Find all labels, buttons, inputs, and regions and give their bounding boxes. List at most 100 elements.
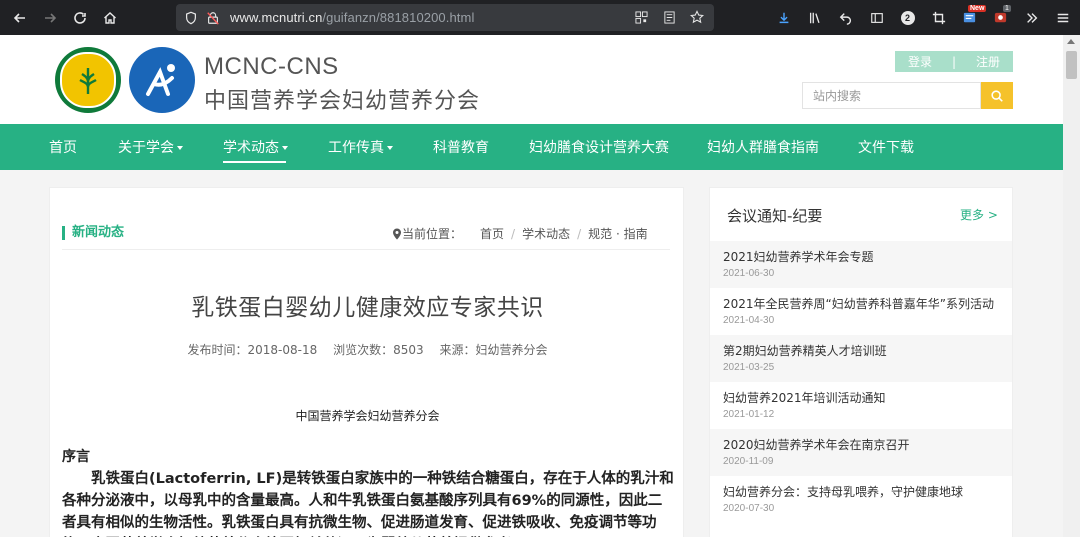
item-title: 妇幼营养2021年培训活动通知 bbox=[723, 391, 886, 405]
hamburger-menu-icon[interactable] bbox=[1047, 3, 1078, 32]
article-organization: 中国营养学会妇幼营养分会 bbox=[295, 409, 440, 423]
more-link[interactable]: 更多 > bbox=[960, 206, 998, 223]
nav-label: 学术动态 bbox=[223, 140, 279, 156]
breadcrumb-home[interactable]: 首页 bbox=[480, 225, 504, 242]
login-divider: | bbox=[951, 54, 957, 69]
nav-label: 首页 bbox=[49, 140, 77, 156]
sidebar-toggle-icon[interactable] bbox=[861, 3, 892, 32]
caret-down-icon bbox=[387, 146, 393, 150]
nav-contest[interactable]: 妇幼膳食设计营养大赛 bbox=[529, 124, 669, 170]
list-item[interactable]: 2020妇幼营养学术年会在南京召开 2020-11-09 bbox=[710, 429, 1012, 476]
account-badge[interactable]: 2 bbox=[892, 3, 923, 32]
list-item[interactable]: 第2期妇幼营养精英人才培训班 2021-03-25 bbox=[710, 335, 1012, 382]
scroll-thumb[interactable] bbox=[1066, 51, 1077, 79]
login-register-box: 登录 | 注册 bbox=[895, 51, 1013, 72]
nav-label: 妇幼人群膳食指南 bbox=[707, 140, 819, 156]
extension-red-icon[interactable]: 1 bbox=[985, 3, 1016, 32]
search-icon bbox=[991, 89, 1003, 102]
article-title: 乳铁蛋白婴幼儿健康效应专家共识 bbox=[191, 295, 544, 321]
breadcrumb: 当前位置： 首页 / 学术动态 / 规范 · 指南 bbox=[392, 225, 648, 242]
item-title: 妇幼营养分会：支持母乳喂养，守护健康地球 bbox=[723, 485, 964, 499]
nav-active-indicator bbox=[223, 161, 286, 163]
section-title: 新闻动态 bbox=[62, 226, 124, 240]
main-nav: 首页 关于学会 学术动态 工作传真 科普教育 妇幼膳食设计营养大赛 妇幼人群膳食… bbox=[0, 124, 1063, 170]
site-search-input[interactable]: 站内搜索 bbox=[802, 82, 981, 109]
list-item[interactable]: 妇幼营养分会：支持母乳喂养，守护健康地球 2020-07-30 bbox=[710, 476, 1012, 523]
list-item[interactable]: 2021妇幼营养学术年会专题 2021-06-30 bbox=[710, 241, 1012, 288]
article-source: 来源：妇幼营养分会 bbox=[439, 343, 548, 357]
nav-work[interactable]: 工作传真 bbox=[328, 124, 393, 170]
nav-label: 关于学会 bbox=[118, 140, 174, 156]
browser-toolbar: www.mcnutri.cn/guifanzn/881810200.html 2… bbox=[0, 0, 1080, 35]
item-date: 2021-06-30 bbox=[723, 268, 775, 279]
shield-icon[interactable] bbox=[180, 7, 202, 29]
meeting-notices-panel: 会议通知-纪要 更多 > 2021妇幼营养学术年会专题 2021-06-30 2… bbox=[709, 187, 1013, 537]
list-item[interactable]: 2021年全民营养周“妇幼营养科普嘉年华”系列活动 2021-04-30 bbox=[710, 288, 1012, 335]
nav-label: 妇幼膳食设计营养大赛 bbox=[529, 140, 669, 156]
article-card: 新闻动态 当前位置： 首页 / 学术动态 / 规范 · 指南 乳铁蛋白婴幼儿健康… bbox=[49, 187, 684, 537]
nav-label: 文件下载 bbox=[858, 140, 914, 156]
caret-down-icon bbox=[282, 146, 288, 150]
breadcrumb-guidelines[interactable]: 规范 · 指南 bbox=[588, 225, 647, 242]
home-icon[interactable] bbox=[96, 4, 124, 32]
url-host: www.mcnutri.cn bbox=[230, 10, 323, 25]
location-pin-icon bbox=[393, 228, 401, 239]
reader-view-icon[interactable] bbox=[658, 6, 680, 28]
qr-code-icon[interactable] bbox=[630, 6, 652, 28]
preface-heading: 序言 bbox=[62, 449, 90, 465]
item-date: 2021-01-12 bbox=[723, 409, 775, 420]
webpage: MCNC-CNS 中国营养学会妇幼营养分会 登录 | 注册 站内搜索 首页 关于… bbox=[0, 35, 1063, 537]
overflow-chevrons-icon[interactable] bbox=[1016, 3, 1047, 32]
register-link[interactable]: 注册 bbox=[976, 53, 1000, 70]
extension-new-icon[interactable]: New bbox=[954, 3, 987, 32]
list-item[interactable]: 妇幼营养2021年培训活动通知 2021-01-12 bbox=[710, 382, 1012, 429]
reload-icon[interactable] bbox=[66, 4, 94, 32]
notice-list: 2021妇幼营养学术年会专题 2021-06-30 2021年全民营养周“妇幼营… bbox=[710, 241, 1012, 523]
login-link[interactable]: 登录 bbox=[908, 53, 932, 70]
item-title: 2021妇幼营养学术年会专题 bbox=[723, 250, 874, 264]
breadcrumb-label: 当前位置： bbox=[402, 227, 463, 241]
library-icon[interactable] bbox=[799, 3, 830, 32]
cns-logo[interactable] bbox=[55, 47, 121, 113]
new-badge: New bbox=[968, 5, 987, 12]
nav-academic[interactable]: 学术动态 bbox=[223, 124, 288, 170]
publish-time: 发布时间：2018-08-18 bbox=[187, 343, 318, 357]
bookmark-star-icon[interactable] bbox=[686, 6, 708, 28]
item-date: 2020-07-30 bbox=[723, 503, 775, 514]
breadcrumb-separator: / bbox=[511, 226, 516, 241]
nav-label: 科普教育 bbox=[433, 140, 489, 156]
divider bbox=[62, 249, 670, 250]
item-title: 第2期妇幼营养精英人才培训班 bbox=[723, 344, 887, 358]
scroll-up-arrow-icon[interactable] bbox=[1067, 39, 1075, 44]
nav-guidelines[interactable]: 妇幼人群膳食指南 bbox=[707, 124, 819, 170]
brand-english: MCNC-CNS bbox=[204, 53, 339, 80]
url-text[interactable]: www.mcnutri.cn/guifanzn/881810200.html bbox=[230, 10, 474, 25]
mcnc-logo[interactable] bbox=[129, 47, 195, 113]
article-body: 乳铁蛋白(Lactoferrin, LF)是转铁蛋白家族中的一种铁结合糖蛋白，存… bbox=[62, 471, 674, 531]
item-date: 2020-11-09 bbox=[723, 456, 774, 467]
badge-count: 2 bbox=[900, 10, 915, 25]
site-header: MCNC-CNS 中国营养学会妇幼营养分会 登录 | 注册 站内搜索 bbox=[0, 35, 1063, 124]
nav-downloads[interactable]: 文件下载 bbox=[858, 124, 914, 170]
crop-icon[interactable] bbox=[923, 3, 954, 32]
nav-home[interactable]: 首页 bbox=[49, 124, 77, 170]
undo-icon[interactable] bbox=[830, 3, 861, 32]
breadcrumb-academic[interactable]: 学术动态 bbox=[522, 225, 570, 242]
view-count: 浏览次数：8503 bbox=[333, 343, 424, 357]
nav-about[interactable]: 关于学会 bbox=[118, 124, 183, 170]
item-title: 2021年全民营养周“妇幼营养科普嘉年华”系列活动 bbox=[723, 297, 994, 311]
forward-icon[interactable] bbox=[36, 4, 64, 32]
item-title: 2020妇幼营养学术年会在南京召开 bbox=[723, 438, 910, 452]
extension-badge-count: 1 bbox=[1003, 5, 1011, 12]
insecure-lock-icon[interactable] bbox=[202, 7, 224, 29]
nav-label: 工作传真 bbox=[328, 140, 384, 156]
panel-title: 会议通知-纪要 bbox=[727, 207, 823, 225]
download-icon[interactable] bbox=[768, 3, 799, 32]
page-scrollbar[interactable] bbox=[1063, 35, 1080, 537]
article-meta: 发布时间：2018-08-18 浏览次数：8503 来源：妇幼营养分会 bbox=[50, 341, 685, 358]
search-button[interactable] bbox=[981, 82, 1013, 109]
nav-education[interactable]: 科普教育 bbox=[433, 124, 489, 170]
item-date: 2021-04-30 bbox=[723, 315, 775, 326]
back-icon[interactable] bbox=[6, 4, 34, 32]
address-bar[interactable]: www.mcnutri.cn/guifanzn/881810200.html bbox=[176, 4, 714, 31]
